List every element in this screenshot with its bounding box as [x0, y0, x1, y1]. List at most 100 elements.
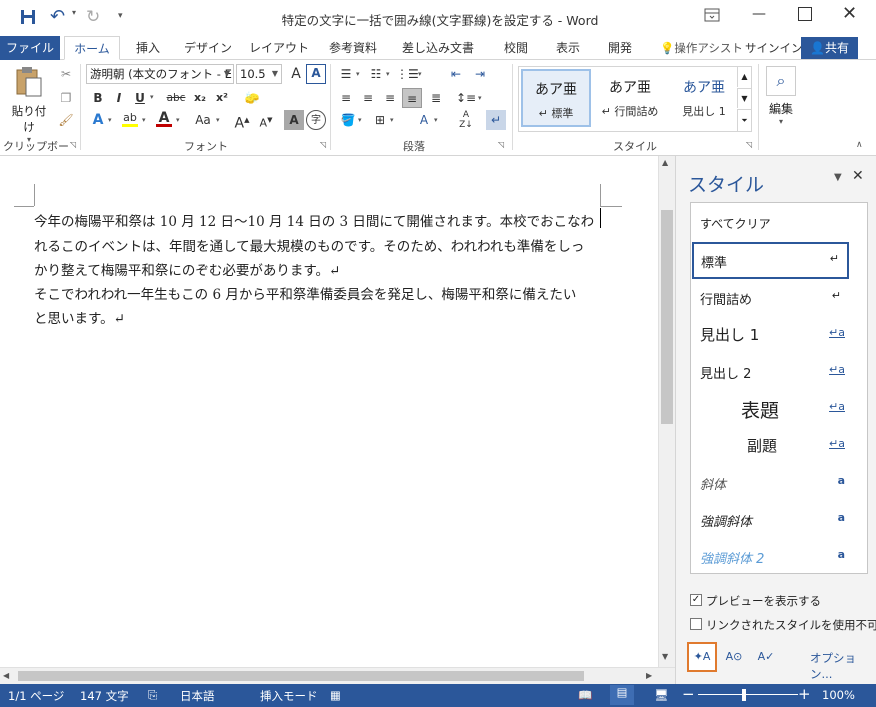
horizontal-scrollbar[interactable]: ◀ ▶	[0, 667, 675, 684]
subscript-button[interactable]: x₂	[190, 88, 210, 108]
vertical-scrollbar[interactable]: ▲ ▼	[658, 156, 675, 667]
scroll-left-icon[interactable]: ◀	[3, 671, 9, 680]
multilevel-list-icon[interactable]: ⋮☰	[396, 64, 419, 84]
collapse-ribbon-icon[interactable]: ∧	[856, 140, 863, 150]
tab-file[interactable]: ファイル	[0, 36, 60, 60]
highlight-color-icon[interactable]: ab	[120, 108, 140, 128]
gallery-scroll-up-icon[interactable]: ▲	[737, 67, 751, 87]
tab-layout[interactable]: レイアウト	[246, 36, 312, 60]
asian-layout-dropdown-icon[interactable]: ▾	[434, 116, 438, 124]
shading-icon[interactable]: 🪣	[338, 110, 358, 130]
style-item-intense-emphasis[interactable]: 強調斜体 a	[691, 501, 867, 538]
highlight-dropdown-icon[interactable]: ▾	[142, 116, 146, 124]
align-right-icon[interactable]: ≡	[380, 88, 400, 108]
tab-design[interactable]: デザイン	[178, 36, 238, 60]
new-style-button[interactable]: ✦A	[687, 642, 717, 672]
macro-record-icon[interactable]: ▦	[330, 688, 341, 702]
bullets-icon[interactable]: ☰	[336, 64, 356, 84]
scroll-right-icon[interactable]: ▶	[646, 671, 652, 680]
page-count[interactable]: 1/1 ページ	[8, 688, 64, 704]
word-count[interactable]: 147 文字	[80, 688, 129, 704]
change-case-dropdown-icon[interactable]: ▾	[216, 116, 220, 124]
print-layout-icon[interactable]: ▤	[610, 685, 634, 705]
underline-dropdown-icon[interactable]: ▾	[150, 93, 154, 101]
align-center-icon[interactable]: ≡	[358, 88, 378, 108]
tab-review[interactable]: 校閲	[494, 36, 538, 60]
font-size-combo[interactable]: 10.5 ▼	[236, 64, 282, 84]
show-preview-checkbox[interactable]: ✓	[690, 594, 702, 606]
ribbon-display-options-icon[interactable]	[704, 8, 724, 24]
style-item-normal[interactable]: 標準 ↵	[692, 242, 849, 279]
close-pane-icon[interactable]: ✕	[852, 168, 864, 184]
customize-icon[interactable]: ▾	[118, 11, 123, 21]
disable-linked-checkbox[interactable]	[690, 618, 702, 630]
maximize-icon[interactable]	[798, 7, 812, 21]
redo-icon[interactable]: ↻	[86, 6, 106, 28]
borders-dropdown-icon[interactable]: ▾	[390, 116, 394, 124]
style-gallery-item[interactable]: あア亜 ↵ 標準	[521, 69, 591, 127]
style-item-heading-2[interactable]: 見出し 2 ↵a	[691, 353, 867, 390]
scroll-up-icon[interactable]: ▲	[662, 158, 668, 167]
strikethrough-button[interactable]: abc	[163, 88, 189, 108]
numbering-dropdown-icon[interactable]: ▾	[386, 70, 390, 78]
tab-view[interactable]: 表示	[548, 36, 588, 60]
font-name-combo[interactable]: 游明朝 (本文のフォント - E ▼	[86, 64, 234, 84]
web-layout-icon[interactable]: 🖥	[654, 688, 669, 702]
enclosed-character-icon[interactable]: A	[306, 64, 326, 84]
copy-icon[interactable]: ❐	[56, 88, 76, 108]
minimize-icon[interactable]: —	[752, 6, 772, 26]
font-launcher-icon[interactable]: ◹	[320, 140, 326, 149]
pane-options-icon[interactable]: ▼	[834, 172, 842, 183]
styles-launcher-icon[interactable]: ◹	[746, 140, 752, 149]
scroll-thumb[interactable]	[661, 210, 673, 424]
tab-home[interactable]: ホーム	[64, 36, 120, 60]
align-left-icon[interactable]: ≡	[336, 88, 356, 108]
tab-insert[interactable]: 挿入	[124, 36, 172, 60]
zoom-level[interactable]: 100%	[822, 688, 855, 702]
shading-dropdown-icon[interactable]: ▾	[358, 116, 362, 124]
grow-font-button[interactable]: A	[286, 64, 306, 84]
zoom-out-icon[interactable]: −	[682, 685, 695, 703]
scroll-thumb[interactable]	[18, 671, 584, 681]
options-link[interactable]: オプション...	[810, 650, 876, 682]
line-spacing-icon[interactable]: ↕≡	[456, 88, 476, 108]
style-item-intense-emphasis-2[interactable]: 強調斜体 2 a	[691, 538, 867, 575]
gallery-scroll-down-icon[interactable]: ▼	[737, 88, 751, 108]
grow-font-icon[interactable]: A▲	[232, 110, 252, 132]
undo-dropdown-icon[interactable]: ▾	[72, 8, 76, 17]
save-icon[interactable]	[18, 7, 38, 27]
text-effects-icon[interactable]: A	[88, 110, 108, 130]
gallery-more-icon[interactable]: ⏷	[737, 109, 751, 131]
tab-developer[interactable]: 開発	[598, 36, 642, 60]
clipboard-launcher-icon[interactable]: ◹	[70, 140, 76, 149]
clear-formatting-icon[interactable]: 🧽	[242, 88, 262, 108]
distributed-icon[interactable]: ≣	[426, 88, 446, 108]
asian-layout-icon[interactable]: A	[414, 110, 434, 130]
zoom-slider-thumb[interactable]	[742, 689, 746, 701]
justify-icon[interactable]: ≡	[402, 88, 422, 108]
bullets-dropdown-icon[interactable]: ▾	[356, 70, 360, 78]
show-marks-icon[interactable]: ↵	[486, 110, 506, 130]
style-item-heading-1[interactable]: 見出し 1 ↵a	[691, 316, 867, 353]
style-item-title[interactable]: 表題 ↵a	[691, 390, 867, 427]
close-icon[interactable]: ✕	[842, 3, 862, 24]
tell-me-box[interactable]: 💡操作アシスト	[660, 36, 743, 60]
document-area[interactable]: 今年の梅陽平和祭は 10 月 12 日～10 月 14 日の 3 日間にて開催さ…	[0, 156, 658, 667]
font-color-icon[interactable]: A	[154, 108, 174, 128]
style-gallery-item[interactable]: あア亜 見出し 1	[669, 69, 739, 127]
enclose-characters-button[interactable]: 字	[306, 110, 326, 130]
sort-icon[interactable]: A Z↓	[456, 110, 476, 130]
font-color-dropdown-icon[interactable]: ▾	[176, 116, 180, 124]
change-case-button[interactable]: Aa	[190, 110, 216, 130]
paste-button[interactable]: 貼り付け ▾	[8, 64, 50, 144]
style-gallery-item[interactable]: あア亜 ↵ 行間詰め	[595, 69, 665, 127]
manage-styles-button[interactable]: A✓	[754, 646, 778, 670]
shrink-font-icon[interactable]: A▼	[256, 110, 276, 130]
style-item-clear-all[interactable]: すべてクリア	[691, 205, 867, 242]
style-inspector-button[interactable]: A⊙	[722, 646, 746, 670]
proofing-icon[interactable]: ⎘	[148, 688, 157, 703]
insert-mode-indicator[interactable]: 挿入モード	[260, 688, 318, 704]
superscript-button[interactable]: x²	[212, 88, 232, 108]
underline-button[interactable]: U	[130, 88, 150, 108]
italic-button[interactable]: I	[109, 88, 129, 108]
